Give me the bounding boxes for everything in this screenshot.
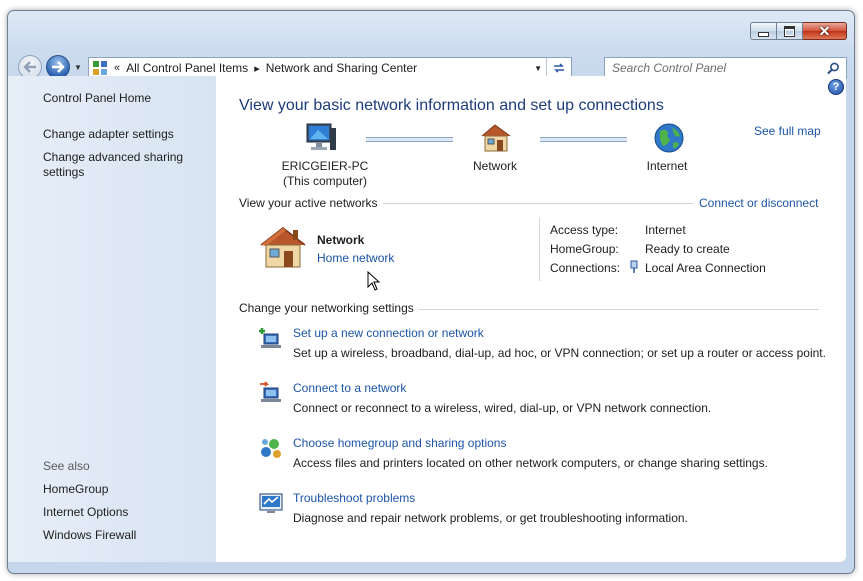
help-icon[interactable]: ? xyxy=(828,79,844,95)
globe-icon xyxy=(654,123,684,153)
connect-to-network-link[interactable]: Connect to a network xyxy=(293,381,406,395)
setup-new-connection-description: Set up a wireless, broadband, dial-up, a… xyxy=(293,346,826,360)
change-advanced-sharing-settings-link[interactable]: Change advanced sharing settings xyxy=(43,150,203,180)
minimize-icon xyxy=(758,31,769,37)
map-internet-label[interactable]: Internet xyxy=(627,159,707,174)
change-adapter-settings-link[interactable]: Change adapter settings xyxy=(43,127,174,142)
local-area-connection-link[interactable]: Local Area Connection xyxy=(645,261,766,275)
active-network-name: Network xyxy=(317,233,365,247)
caption-buttons: ✕ xyxy=(750,22,847,40)
internet-options-link[interactable]: Internet Options xyxy=(43,505,128,520)
search-icon[interactable] xyxy=(827,62,840,75)
homegroup-sharing-options-description: Access files and printers located on oth… xyxy=(293,456,768,470)
homegroup-link[interactable]: HomeGroup xyxy=(43,482,108,497)
map-network-label[interactable]: Network xyxy=(455,159,535,174)
breadcrumb-network-and-sharing-center[interactable]: Network and Sharing Center xyxy=(266,61,417,75)
refresh-button[interactable] xyxy=(546,58,571,78)
close-button[interactable]: ✕ xyxy=(803,22,847,40)
breadcrumb-all-control-panel-items[interactable]: All Control Panel Items xyxy=(126,61,248,75)
close-icon: ✕ xyxy=(818,23,831,39)
maximize-button[interactable] xyxy=(777,22,803,40)
see-full-map-link[interactable]: See full map xyxy=(754,124,821,138)
control-panel-icon xyxy=(93,61,107,75)
active-networks-heading: View your active networks xyxy=(239,196,383,210)
control-panel-home-link[interactable]: Control Panel Home xyxy=(43,91,151,106)
chevron-down-icon[interactable]: ▼ xyxy=(534,64,542,73)
new-connection-icon xyxy=(259,328,281,348)
connect-or-disconnect-link[interactable]: Connect or disconnect xyxy=(693,196,819,210)
map-connection-line xyxy=(366,137,453,142)
mouse-cursor-icon xyxy=(367,271,381,291)
house-icon xyxy=(481,124,511,152)
recent-pages-dropdown[interactable]: ▼ xyxy=(74,63,82,72)
search-placeholder: Search Control Panel xyxy=(612,61,727,75)
connections-label: Connections: xyxy=(550,261,621,275)
home-network-icon xyxy=(260,227,306,268)
access-type-label: Access type: xyxy=(550,223,619,237)
homegroup-sharing-options-link[interactable]: Choose homegroup and sharing options xyxy=(293,436,506,450)
refresh-icon xyxy=(554,63,564,73)
connect-to-network-icon xyxy=(260,381,281,402)
setup-new-connection-link[interactable]: Set up a new connection or network xyxy=(293,326,484,340)
maximize-icon xyxy=(784,25,795,37)
windows-firewall-link[interactable]: Windows Firewall xyxy=(43,528,136,543)
networking-settings-heading: Change your networking settings xyxy=(239,301,419,315)
home-network-link[interactable]: Home network xyxy=(317,251,394,265)
troubleshoot-problems-link[interactable]: Troubleshoot problems xyxy=(293,491,415,505)
minimize-button[interactable] xyxy=(750,22,777,40)
access-type-value: Internet xyxy=(645,223,686,237)
homegroup-label: HomeGroup: xyxy=(550,242,619,256)
computer-name[interactable]: ERICGEIER-PC xyxy=(270,159,380,174)
computer-icon xyxy=(306,123,336,150)
sidebar xyxy=(8,76,216,562)
computer-subtitle: (This computer) xyxy=(282,174,368,188)
arrow-right-icon xyxy=(52,61,65,73)
troubleshoot-problems-description: Diagnose and repair network problems, or… xyxy=(293,511,688,525)
vertical-divider xyxy=(539,218,540,281)
address-prefix[interactable]: « xyxy=(114,62,120,74)
page-title: View your basic network information and … xyxy=(239,97,664,114)
ready-to-create-link[interactable]: Ready to create xyxy=(645,242,730,256)
breadcrumb-separator[interactable]: ▸ xyxy=(254,62,260,75)
troubleshoot-icon xyxy=(259,493,283,513)
connect-to-network-description: Connect or reconnect to a wireless, wire… xyxy=(293,401,712,415)
homegroup-icon xyxy=(261,439,281,458)
map-connection-line xyxy=(540,137,627,142)
arrow-left-icon xyxy=(23,61,36,73)
see-also-heading: See also xyxy=(43,459,90,473)
ethernet-icon xyxy=(630,260,638,273)
